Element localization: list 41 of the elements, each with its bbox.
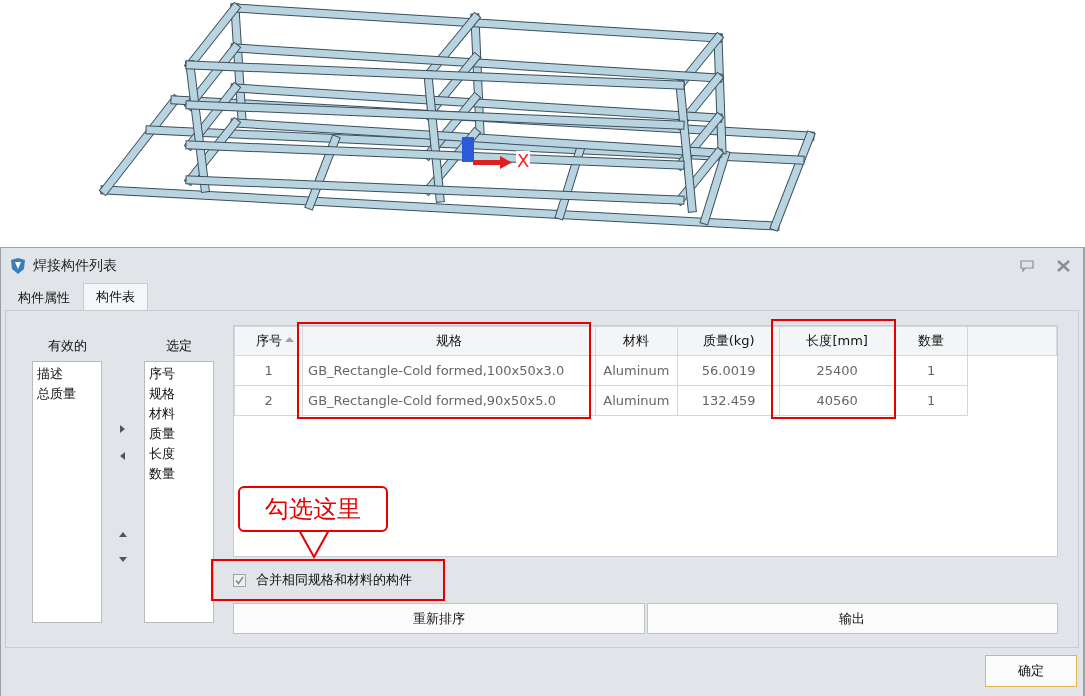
column-header[interactable]: 材料 [595, 326, 678, 356]
down-arrow-icon[interactable] [119, 557, 127, 563]
table-cell: 132.459 [677, 385, 780, 416]
table-cell: 1 [234, 355, 303, 386]
tab[interactable]: 构件表 [83, 283, 148, 310]
column-header[interactable]: 数量 [894, 326, 968, 356]
table-cell: 1 [894, 385, 968, 416]
column-header[interactable]: 长度[mm] [779, 326, 895, 356]
left-arrow-icon[interactable] [120, 452, 126, 460]
tab[interactable]: 构件属性 [5, 285, 83, 310]
window-title: 焊接构件列表 [33, 257, 118, 275]
column-header[interactable]: 规格 [302, 326, 596, 356]
table-cell: 1 [894, 355, 968, 386]
axis-triad-icon [462, 137, 512, 169]
list-item[interactable]: 总质量 [37, 384, 97, 404]
column-header[interactable]: 序号 [234, 326, 303, 356]
list-item[interactable]: 长度 [149, 444, 209, 464]
list-item[interactable]: 规格 [149, 384, 209, 404]
list-item[interactable]: 描述 [37, 364, 97, 384]
action-button[interactable]: 重新排序 [233, 603, 645, 634]
table-cell: GB_Rectangle-Cold formed,90x50x5.0 [302, 385, 596, 416]
close-icon[interactable] [1056, 260, 1071, 272]
list-label: 有效的 [47, 337, 87, 355]
checkbox[interactable] [233, 573, 246, 587]
list-label: 选定 [166, 337, 192, 355]
table-cell: Aluminum [595, 355, 678, 386]
checkbox-label: 合并相同规格和材料的构件 [256, 571, 412, 589]
table-cell: GB_Rectangle-Cold formed,100x50x3.0 [302, 355, 596, 386]
list-item[interactable]: 数量 [149, 464, 209, 484]
list-item[interactable]: 材料 [149, 404, 209, 424]
right-arrow-icon[interactable] [120, 425, 126, 433]
table-cell: Aluminum [595, 385, 678, 416]
ok-button[interactable]: 确定 [985, 655, 1077, 687]
table-cell: 56.0019 [677, 355, 780, 386]
table-cell: 2 [234, 385, 303, 416]
action-button[interactable]: 输出 [646, 603, 1058, 634]
list-item[interactable]: 质量 [149, 424, 209, 444]
list-item[interactable]: 序号 [149, 364, 209, 384]
up-arrow-icon[interactable] [119, 532, 127, 538]
app-logo-icon [9, 257, 27, 275]
column-header[interactable]: 质量(kg) [677, 326, 780, 356]
